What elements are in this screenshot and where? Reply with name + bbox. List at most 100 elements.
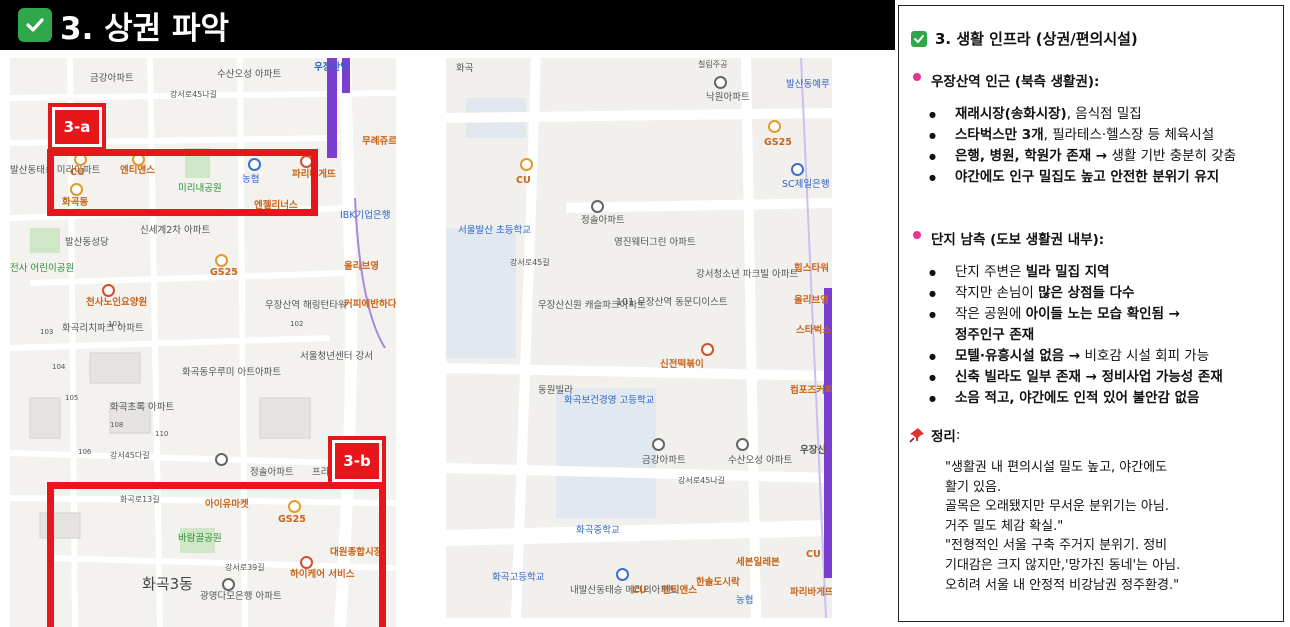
map-label: 강서로45나길 [170, 90, 217, 99]
convenience-pin-icon[interactable] [215, 254, 228, 267]
map-label: GS25 [210, 267, 238, 278]
map-label: SC제일은행 [782, 179, 830, 190]
summary-line: 거주 밀도 체감 확실." [945, 518, 1064, 534]
map-label: 발산동성당 [65, 237, 109, 248]
map-right[interactable]: 화곡 칠림주공 발산동예루 낙원아파트 GS25 CU SC제일은행 서울발산 … [446, 58, 832, 618]
map-label: 강서로45길 [510, 258, 550, 267]
map-label: 올리브영 [344, 261, 379, 272]
map-label: 낙원아파트 [706, 92, 750, 103]
map-pin-icon [913, 73, 921, 81]
summary-label: 정리 [931, 429, 956, 445]
summary-line: 오히려 서울 내 안정적 비강남권 정주환경." [945, 577, 1180, 593]
map-label: 영진웨터그린 아파트 [614, 237, 696, 248]
apartment-pin-icon[interactable] [736, 438, 749, 451]
map-label: 천사노인요양원 [86, 297, 148, 308]
map-label: 컴포즈커피 [790, 385, 832, 396]
map-label: 강서로45나길 [678, 476, 725, 485]
checkbox-checked-icon [911, 30, 927, 47]
care-pin-icon[interactable] [102, 284, 115, 297]
map-label: 화곡리치파크 아파트 [62, 323, 144, 334]
list-item: 스타벅스만 3개, 필라테스·헬스장 등 체육시설 [929, 125, 1236, 146]
map-label: 금강아파트 [642, 455, 686, 466]
list-item: 작은 공원에 아이들 노는 모습 확인됨 →정주인구 존재 [929, 304, 1223, 346]
summary-line: "생활권 내 편의시설 밀도 높고, 야간에도 [945, 460, 1168, 475]
map-label: 101 [108, 320, 122, 328]
map-label: 102 [290, 320, 304, 328]
map-label: 106 [78, 448, 92, 456]
restaurant-pin-icon[interactable] [701, 343, 714, 356]
summary-line: 기대감은 크지 않지만,'망가진 동네'는 아님. [945, 557, 1181, 573]
section-header: 3. 상권 파악 [0, 0, 895, 50]
section-heading-text: 우장산역 인근 (북측 생활권): [931, 74, 1100, 90]
map-label: 발산동예루 [786, 79, 830, 90]
map-label: 화곡보건경영 고등학교 [564, 395, 655, 406]
map-label: 103 [40, 328, 54, 336]
map-label: 한솔도시락 [696, 577, 740, 588]
map-label: 101 우장산역 동문디이스트 [616, 297, 728, 308]
list-item: 재래시장(송화시장), 음식점 밀집 [929, 104, 1236, 125]
pushpin-icon [909, 428, 924, 443]
map-label: CU [632, 585, 647, 596]
section-heading-text: 단지 남측 (도보 생활권 내부): [931, 232, 1105, 248]
map-label: 금강아파트 [90, 73, 134, 84]
map-label: 파리바게뜨 [790, 587, 832, 598]
panel-title-text: 3. 생활 인프라 (상권/편의시설) [935, 30, 1138, 48]
map-label: CU [516, 175, 531, 186]
map-label: 우장산역 해링턴타워 [265, 300, 347, 311]
north-list: 재래시장(송화시장), 음식점 밀집 스타벅스만 3개, 필라테스·헬스장 등 … [929, 104, 1236, 188]
map-label: 힘스타워 [794, 263, 829, 274]
map-label: 무례쥬르 [362, 136, 396, 147]
map-label: 강서45다길 [110, 451, 150, 460]
map-label: 정솔아파트 [250, 467, 294, 478]
apartment-pin-icon[interactable] [215, 453, 228, 466]
map-label: 정솔아파트 [581, 215, 625, 226]
map-label: 서울발산 초등학교 [458, 225, 531, 236]
map-pin-icon [913, 231, 921, 239]
map-label: 농협 [736, 595, 754, 606]
map-label: 수산오성 아파트 [728, 455, 793, 466]
school-pin-icon[interactable] [616, 568, 629, 581]
summary-line: 활기 있음. [945, 479, 1002, 495]
map-label: 스타벅스 [796, 325, 831, 336]
map-label-station: 우장산역 [314, 62, 349, 73]
tag-3b: 3-b [328, 436, 386, 486]
south-list: 단지 주변은 빌라 밀집 지역 작지만 손님이 많은 상점들 다수 작은 공원에… [929, 262, 1223, 409]
info-panel: 3. 생활 인프라 (상권/편의시설) 우장산역 인근 (북측 생활권): 재래… [898, 5, 1284, 622]
tag-3a: 3-a [48, 103, 106, 151]
map-label: 올리브영 [794, 295, 829, 306]
map-label: 세븐일레븐 [736, 557, 780, 568]
map-label: CU [806, 549, 821, 560]
panel-title: 3. 생활 인프라 (상권/편의시설) [911, 28, 1138, 49]
map-label: 화곡동우루미 아트아파트 [182, 367, 282, 378]
map-label: 신세계2차 아파트 [140, 225, 211, 236]
map-label: 서울청년센터 강서 [300, 351, 373, 362]
convenience-pin-icon[interactable] [520, 158, 533, 171]
map-label: 동원빌라 [538, 385, 573, 396]
apartment-pin-icon[interactable] [652, 438, 665, 451]
list-item: 단지 주변은 빌라 밀집 지역 [929, 262, 1223, 283]
map-label: 칠림주공 [698, 60, 728, 69]
map-label: GS25 [764, 137, 792, 148]
apartment-pin-icon[interactable] [714, 76, 727, 89]
bank-pin-icon[interactable] [791, 163, 804, 176]
list-item: 작지만 손님이 많은 상점들 다수 [929, 283, 1223, 304]
map-label: 강서청소년 파크빌 아파트 [696, 269, 799, 280]
map-label: IBK기업은행 [340, 210, 391, 221]
apartment-pin-icon[interactable] [591, 200, 604, 213]
map-label: 커피에반하다 [344, 299, 396, 310]
map-label-station: 우장산 [800, 445, 827, 456]
list-item: 야간에도 인구 밀집도 높고 안전한 분위기 유지 [929, 167, 1236, 188]
section-heading-south: 단지 남측 (도보 생활권 내부): [913, 228, 1104, 248]
list-item: 소음 적고, 야간에도 인적 있어 불안감 없음 [929, 388, 1223, 409]
section-heading-north: 우장산역 인근 (북측 생활권): [913, 70, 1099, 90]
summary-quote: "생활권 내 편의시설 밀도 높고, 야간에도 활기 있음. 골목은 오래됐지만… [945, 458, 1275, 595]
map-label: 104 [52, 363, 66, 371]
highlight-box-3a [47, 149, 318, 216]
map-label: 전사 어린이공원 [10, 263, 75, 274]
summary-line: 골목은 오래됐지만 무서운 분위기는 아님. [945, 499, 1169, 515]
map-label: 화곡 [456, 63, 474, 74]
convenience-pin-icon[interactable] [768, 120, 781, 133]
map-label: 화곡초록 아파트 [110, 402, 175, 413]
map-label: 화곡고등학교 [492, 572, 545, 583]
map-label: 수산오성 아파트 [217, 69, 282, 80]
